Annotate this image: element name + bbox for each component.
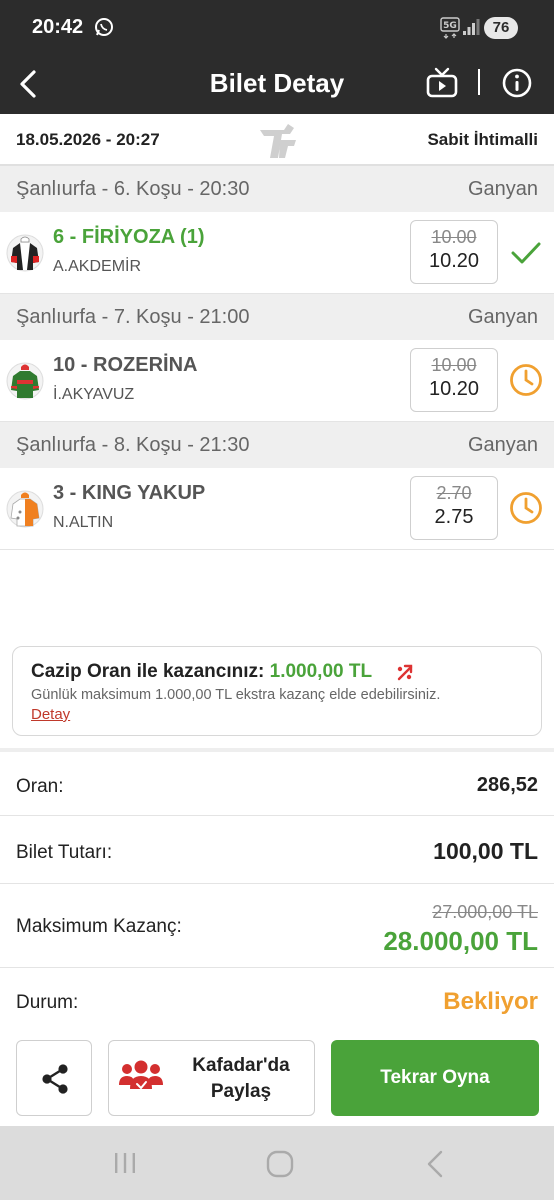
max-gain-new: 28.000,00 TL: [383, 926, 538, 956]
odds-box: 10.00 10.20: [410, 220, 498, 284]
race-bet-type: Ganyan: [467, 306, 538, 328]
horse-row[interactable]: 10 - ROZERİNA İ.AKYAVUZ 10.00 10.20: [0, 340, 554, 422]
share-button[interactable]: [16, 1040, 92, 1116]
kafadar-share-button[interactable]: Kafadar'da Paylaş: [108, 1040, 315, 1116]
info-icon[interactable]: [500, 66, 534, 100]
jockey-name: N.ALTIN: [53, 514, 114, 531]
race-header: Şanlıurfa - 7. Koşu - 21:00 Ganyan: [0, 294, 554, 340]
home-icon[interactable]: [266, 1150, 294, 1178]
odds-new: 10.20: [428, 378, 480, 400]
5g-icon: 5G: [440, 17, 460, 39]
jockey-name: A.AKDEMİR: [53, 258, 142, 275]
status-time: 20:42: [32, 16, 84, 38]
race-header: Şanlıurfa - 6. Koşu - 20:30 Ganyan: [0, 166, 554, 212]
odds-new: 10.20: [428, 250, 480, 272]
race-bet-type: Ganyan: [467, 178, 538, 200]
promo-amount: 1.000,00 TL: [269, 661, 373, 682]
horse-name: 6 - FİRİYOZA (1): [53, 226, 205, 248]
jockey-jersey-icon: [6, 234, 44, 272]
max-gain-old: 27.000,00 TL: [432, 902, 538, 922]
promo-detail-link[interactable]: Detay: [31, 706, 70, 723]
odds-box: 10.00 10.20: [410, 348, 498, 412]
system-nav-bar: [0, 1126, 554, 1200]
amount-value: 100,00 TL: [433, 838, 538, 864]
race-title: Şanlıurfa - 7. Koşu - 21:00: [16, 306, 250, 328]
race-title: Şanlıurfa - 8. Koşu - 21:30: [16, 434, 250, 456]
horse-row[interactable]: 3 - KING YAKUP N.ALTIN 2.70 2.75: [0, 468, 554, 550]
kafadar-share-label: Kafadar'da Paylaş: [192, 1055, 290, 1102]
odds-label: Oran:: [16, 776, 64, 797]
ticket-info-bar: 18.05.2026 - 20:27 Sabit İhtimalli: [0, 114, 554, 166]
header-divider: [478, 69, 480, 95]
signal-icon: [463, 19, 480, 35]
jockey-name: İ.AKYAVUZ: [53, 386, 135, 403]
app-header: Bilet Detay: [0, 56, 554, 114]
odds-old: 2.70: [436, 483, 472, 503]
nav-back-icon[interactable]: [424, 1150, 446, 1178]
max-gain-label: Maksimum Kazanç:: [16, 916, 182, 937]
race-bet-type: Ganyan: [467, 434, 538, 456]
horse-row[interactable]: 6 - FİRİYOZA (1) A.AKDEMİR 10.00 10.20: [0, 212, 554, 294]
clock-icon: [510, 364, 542, 396]
odds-value: 286,52: [476, 774, 538, 796]
summary-odds-row: Oran: 286,52: [0, 752, 554, 816]
promo-title-prefix: Cazip Oran ile kazancınız:: [31, 661, 265, 682]
tv-icon[interactable]: [424, 66, 460, 102]
summary-status-row: Durum: Bekliyor: [0, 968, 554, 1036]
race-header: Şanlıurfa - 8. Koşu - 21:30 Ganyan: [0, 422, 554, 468]
odds-old: 10.00: [431, 355, 477, 375]
horse-name: 3 - KING YAKUP: [53, 482, 206, 504]
status-label: Durum:: [16, 992, 79, 1013]
ticket-type: Sabit İhtimalli: [427, 130, 538, 149]
recent-apps-icon[interactable]: [112, 1150, 138, 1176]
summary-amount-row: Bilet Tutarı: 100,00 TL: [0, 816, 554, 884]
promo-title: Cazip Oran ile kazancınız: 1.000,00 TL: [31, 661, 372, 683]
svg-text:5G: 5G: [443, 21, 457, 31]
clock-icon: [510, 492, 542, 524]
summary-max-row: Maksimum Kazanç: 27.000,00 TL 28.000,00 …: [0, 884, 554, 968]
replay-button[interactable]: Tekrar Oyna: [331, 1040, 539, 1116]
amount-label: Bilet Tutarı:: [16, 842, 113, 863]
jockey-jersey-icon: [6, 490, 44, 528]
race-title: Şanlıurfa - 6. Koşu - 20:30: [16, 178, 250, 200]
status-badge: Bekliyor: [443, 988, 538, 1015]
odds-box: 2.70 2.75: [410, 476, 498, 540]
horse-name: 10 - ROZERİNA: [53, 354, 198, 376]
page-title: Bilet Detay: [209, 68, 345, 98]
group-users-icon: [119, 1060, 163, 1090]
share-icon: [42, 1064, 68, 1094]
battery-indicator: 76: [484, 17, 518, 39]
whatsapp-icon: [95, 18, 113, 36]
check-icon: [511, 242, 541, 264]
odds-old: 10.00: [431, 227, 477, 247]
promo-card: Cazip Oran ile kazancınız: 1.000,00 TL G…: [12, 646, 542, 736]
jockey-jersey-icon: [6, 362, 44, 400]
tjk-logo-icon: [260, 124, 296, 158]
percent-up-icon: [397, 664, 413, 681]
promo-description: Günlük maksimum 1.000,00 TL ekstra kazan…: [31, 687, 441, 703]
ticket-date: 18.05.2026 - 20:27: [16, 130, 160, 149]
odds-new: 2.75: [434, 506, 474, 528]
status-bar: 20:42 5G 76: [0, 0, 554, 56]
